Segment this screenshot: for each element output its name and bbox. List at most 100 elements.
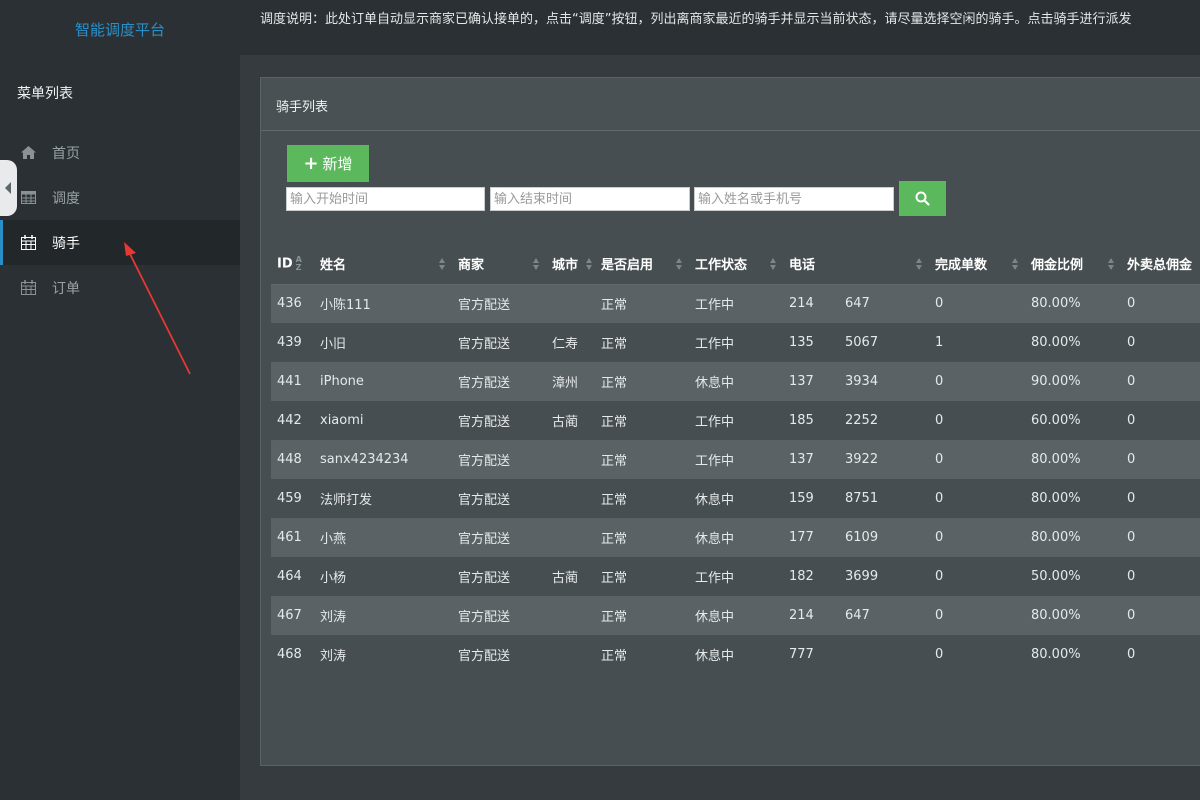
table-cell: 0 [1121,284,1200,323]
table-cell: 0 [929,596,1025,635]
table-cell: 3922 [839,440,929,479]
table-cell: 461 [271,518,314,557]
table-cell: 439 [271,323,314,362]
chevron-left-icon [5,182,11,194]
column-header-phone-suffix[interactable] [839,244,929,285]
table-row[interactable]: 467 刘涛 官方配送 正常 休息中 214 647 0 80.00% 0 [271,596,1200,635]
table-cell: 工作中 [689,440,783,479]
table-row[interactable]: 459 法师打发 官方配送 正常 休息中 159 8751 0 80.00% 0 [271,479,1200,518]
sidebar-item-label: 订单 [52,281,80,297]
table-cell: 正常 [595,557,689,596]
table-cell: 448 [271,440,314,479]
table-cell [546,635,595,674]
sidebar-collapse-toggle[interactable] [0,160,17,216]
table-cell: 官方配送 [452,284,546,323]
column-header-total-commission[interactable]: 外卖总佣金 [1121,244,1200,285]
column-header-commission-rate[interactable]: 佣金比例 [1025,244,1121,285]
table-row[interactable]: 439 小旧 官方配送 仁寿 正常 工作中 135 5067 1 80.00% 0 [271,323,1200,362]
sort-icon [533,258,540,270]
table-row[interactable]: 448 sanx4234234 官方配送 正常 工作中 137 3922 0 80.00% 0 [271,440,1200,479]
panel-header: 骑手列表 [261,78,1200,131]
table-row[interactable]: 442 xiaomi 官方配送 古蔺 正常 工作中 185 2252 0 60.00% 0 [271,401,1200,440]
sidebar-item-riders[interactable]: 骑手 [0,220,240,265]
table-row[interactable]: 468 刘涛 官方配送 正常 休息中 777 0 80.00% 0 [271,635,1200,674]
table-cell: sanx4234234 [314,440,452,479]
start-time-input[interactable] [286,187,485,211]
table-cell [546,479,595,518]
table-row[interactable]: 461 小燕 官方配送 正常 休息中 177 6109 0 80.00% 0 [271,518,1200,557]
column-header-id[interactable]: ID A Z [271,244,314,285]
table-cell: 0 [1121,518,1200,557]
table-cell: 0 [1121,479,1200,518]
table-row[interactable]: 436 小陈111 官方配送 正常 工作中 214 647 0 80.00% 0 [271,284,1200,323]
table-cell: 467 [271,596,314,635]
sidebar-item-dispatch[interactable]: 调度 [0,175,240,220]
column-header-name[interactable]: 姓名 [314,244,452,285]
table-cell [546,596,595,635]
sidebar: 智能调度平台 菜单列表 首页 调度 骑手 订单 [0,0,240,800]
table-cell: 459 [271,479,314,518]
table-row[interactable]: 441 iPhone 官方配送 漳州 正常 休息中 137 3934 0 90.00% 0 [271,362,1200,401]
table-cell: 0 [929,284,1025,323]
table-cell: 3934 [839,362,929,401]
table-icon [20,189,36,205]
table-cell: 古蔺 [546,401,595,440]
column-header-city[interactable]: 城市 [546,244,595,285]
keyword-input[interactable] [694,187,894,211]
sort-icon [1012,258,1019,270]
sort-az-icon: AZ [295,254,302,272]
table-cell: 0 [929,362,1025,401]
end-time-input[interactable] [490,187,690,211]
table-header-row: ID A Z 姓名 商家 城市 是否启用 工作状态 电话 完成单数 佣金比例 外卖总… [271,244,1200,285]
table-cell: 0 [929,479,1025,518]
table-cell: 185 [783,401,839,440]
table-cell: 0 [929,401,1025,440]
table-cell: 官方配送 [452,401,546,440]
add-rider-button[interactable]: + 新增 [287,145,369,182]
table-cell: 官方配送 [452,323,546,362]
column-header-work-status[interactable]: 工作状态 [689,244,783,285]
table-cell: 2252 [839,401,929,440]
dispatch-notice-text: 调度说明：此处订单自动显示商家已确认接单的，点击“调度”按钮，列出离商家最近的骑… [260,12,1132,27]
table-cell: 182 [783,557,839,596]
column-header-merchant[interactable]: 商家 [452,244,546,285]
column-header-enabled[interactable]: 是否启用 [595,244,689,285]
sort-icon [770,258,777,270]
sidebar-item-orders[interactable]: 订单 [0,265,240,310]
table-cell [546,518,595,557]
table-cell: 0 [929,518,1025,557]
column-header-completed-orders[interactable]: 完成单数 [929,244,1025,285]
search-button[interactable] [899,181,946,216]
table-cell: 80.00% [1025,518,1121,557]
table-cell: 0 [1121,596,1200,635]
table-cell: 正常 [595,479,689,518]
table-cell: 正常 [595,596,689,635]
table-cell: 刘涛 [314,635,452,674]
table-cell: 官方配送 [452,557,546,596]
rider-table: ID A Z 姓名 商家 城市 是否启用 工作状态 电话 完成单数 佣金比例 外卖总… [271,244,1200,674]
table-cell: 80.00% [1025,479,1121,518]
table-cell: 休息中 [689,596,783,635]
table-cell: iPhone [314,362,452,401]
table-cell: 官方配送 [452,440,546,479]
sidebar-item-label: 首页 [52,146,80,162]
table-cell: 休息中 [689,362,783,401]
table-cell: 464 [271,557,314,596]
brand-title[interactable]: 智能调度平台 [0,19,240,40]
table-row[interactable]: 464 小杨 官方配送 古蔺 正常 工作中 182 3699 0 50.00% 0 [271,557,1200,596]
table-cell: 442 [271,401,314,440]
table-cell: 小陈111 [314,284,452,323]
table-cell: 80.00% [1025,323,1121,362]
table-cell: 468 [271,635,314,674]
table-cell: 90.00% [1025,362,1121,401]
sidebar-item-home[interactable]: 首页 [0,130,240,175]
sort-icon [676,258,683,270]
plus-icon: + [303,152,319,174]
table-cell: 50.00% [1025,557,1121,596]
table-cell: 8751 [839,479,929,518]
table-cell: 0 [1121,635,1200,674]
table-cell [839,635,929,674]
column-header-phone[interactable]: 电话 [783,244,839,285]
table-cell: 647 [839,284,929,323]
table-cell: 正常 [595,284,689,323]
